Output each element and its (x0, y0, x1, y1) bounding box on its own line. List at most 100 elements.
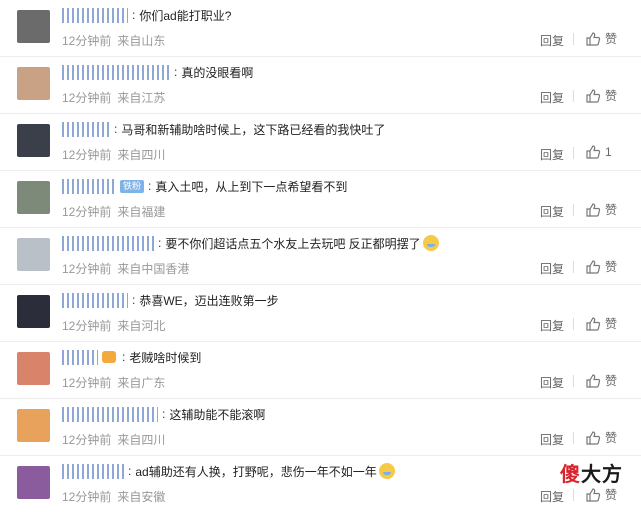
comment-text: 要不你们超话点五个水友上去玩吧 反正都明摆了 (165, 236, 421, 251)
thumbs-up-icon (585, 316, 605, 332)
like-button[interactable]: 赞 (585, 372, 617, 389)
like-button[interactable]: 赞 (585, 429, 617, 446)
like-label: 赞 (605, 431, 618, 445)
avatar[interactable] (17, 295, 50, 328)
like-button[interactable]: 1 (585, 144, 612, 160)
like-button[interactable]: 赞 (585, 30, 617, 47)
comment-text: 这辅助能不能滚啊 (169, 407, 266, 422)
comment-item: : 要不你们超话点五个水友上去玩吧 反正都明摆了 12分钟前 来自中国香港 回复 … (0, 228, 641, 285)
like-button[interactable]: 赞 (585, 87, 617, 104)
avatar[interactable] (17, 409, 50, 442)
avatar[interactable] (17, 466, 50, 499)
colon: : (114, 122, 118, 136)
comment-time: 12分钟前 (62, 376, 112, 390)
comment-source: 来自安徽 (117, 490, 166, 504)
comment-item: : 这辅助能不能滚啊 12分钟前 来自四川 回复 赞 (0, 399, 641, 456)
username-link[interactable] (62, 121, 110, 137)
colon: : (174, 65, 178, 79)
like-label: 1 (605, 145, 612, 159)
reply-button[interactable]: 回复 (540, 32, 564, 49)
colon: : (162, 407, 166, 421)
comment-item: : 老贼啥时候到 12分钟前 来自广东 回复 赞 (0, 342, 641, 399)
like-button[interactable]: 赞 (585, 201, 617, 218)
like-label: 赞 (605, 32, 618, 46)
username-link[interactable] (62, 7, 128, 23)
like-label: 赞 (605, 317, 618, 331)
colon: : (132, 293, 136, 307)
thumbs-up-icon (585, 88, 605, 104)
comment-item: : 马哥和新辅助啥时候上，这下路已经看的我快吐了 12分钟前 来自四川 回复 1 (0, 114, 641, 171)
username-link[interactable] (62, 349, 98, 365)
comment-source: 来自福建 (117, 205, 166, 219)
thumbs-up-icon (585, 202, 605, 218)
comment-item: : 真的没眼看啊 12分钟前 来自江苏 回复 赞 (0, 57, 641, 114)
comment-time: 12分钟前 (62, 91, 112, 105)
crying-emoji (422, 235, 439, 251)
like-label: 赞 (605, 488, 618, 502)
comment-text: 马哥和新辅助啥时候上，这下路已经看的我快吐了 (121, 122, 386, 137)
comment-meta: 12分钟前 来自山东 (62, 32, 165, 49)
comment-source: 来自河北 (117, 319, 166, 333)
watermark: 傻大方 (560, 464, 623, 486)
username-link[interactable] (62, 463, 124, 479)
comment-source: 来自江苏 (117, 91, 166, 105)
reply-button[interactable]: 回复 (540, 431, 564, 448)
thumbs-up-icon (585, 487, 605, 503)
divider (573, 318, 574, 330)
thumbs-up-icon (585, 373, 605, 389)
avatar[interactable] (17, 67, 50, 100)
comment-time: 12分钟前 (62, 262, 112, 276)
username-link[interactable] (62, 64, 170, 80)
fan-badge: 铁粉 (120, 179, 145, 193)
comment-meta: 12分钟前 来自江苏 (62, 89, 165, 106)
divider (573, 261, 574, 273)
comment-text: 真的没眼看啊 (181, 65, 254, 80)
like-button[interactable]: 赞 (585, 486, 617, 503)
colon: : (148, 179, 152, 193)
comment-meta: 12分钟前 来自中国香港 (62, 260, 189, 277)
reply-button[interactable]: 回复 (540, 488, 564, 505)
divider (573, 33, 574, 45)
reply-button[interactable]: 回复 (540, 203, 564, 220)
comment-meta: 12分钟前 来自安徽 (62, 488, 165, 505)
comment-meta: 12分钟前 来自福建 (62, 203, 165, 220)
comment-source: 来自山东 (117, 34, 166, 48)
comment-meta: 12分钟前 来自河北 (62, 317, 165, 334)
comment-item: : 恭喜WE，迈出连败第一步 12分钟前 来自河北 回复 赞 (0, 285, 641, 342)
like-label: 赞 (605, 374, 618, 388)
reply-button[interactable]: 回复 (540, 374, 564, 391)
like-button[interactable]: 赞 (585, 315, 617, 332)
thumbs-up-icon (585, 259, 605, 275)
comment-item: : ad辅助还有人换，打野呢，悲伤一年不如一年 12分钟前 来自安徽 回复 赞 (0, 456, 641, 513)
thumbs-up-icon (585, 430, 605, 446)
divider (573, 489, 574, 501)
like-button[interactable]: 赞 (585, 258, 617, 275)
username-link[interactable] (62, 178, 116, 194)
like-label: 赞 (605, 260, 618, 274)
avatar[interactable] (17, 181, 50, 214)
comment-time: 12分钟前 (62, 205, 112, 219)
reply-button[interactable]: 回复 (540, 260, 564, 277)
colon: : (122, 350, 126, 364)
comment-meta: 12分钟前 来自广东 (62, 374, 165, 391)
username-link[interactable] (62, 292, 128, 308)
comment-time: 12分钟前 (62, 148, 112, 162)
colon: : (158, 236, 162, 250)
avatar[interactable] (17, 238, 50, 271)
reply-button[interactable]: 回复 (540, 146, 564, 163)
comment-text: ad辅助还有人换，打野呢，悲伤一年不如一年 (135, 464, 377, 479)
username-link[interactable] (62, 235, 154, 251)
comment-meta: 12分钟前 来自四川 (62, 431, 165, 448)
reply-button[interactable]: 回复 (540, 89, 564, 106)
comment-meta: 12分钟前 来自四川 (62, 146, 165, 163)
avatar[interactable] (17, 352, 50, 385)
avatar[interactable] (17, 10, 50, 43)
comment-text: 老贼啥时候到 (129, 350, 202, 365)
username-link[interactable] (62, 406, 158, 422)
reply-button[interactable]: 回复 (540, 317, 564, 334)
avatar[interactable] (17, 124, 50, 157)
comment-text: 真入土吧，从上到下一点希望看不到 (155, 179, 348, 194)
divider (573, 90, 574, 102)
comment-source: 来自广东 (117, 376, 166, 390)
comment-item: : 你们ad能打职业? 12分钟前 来自山东 回复 赞 (0, 0, 641, 57)
